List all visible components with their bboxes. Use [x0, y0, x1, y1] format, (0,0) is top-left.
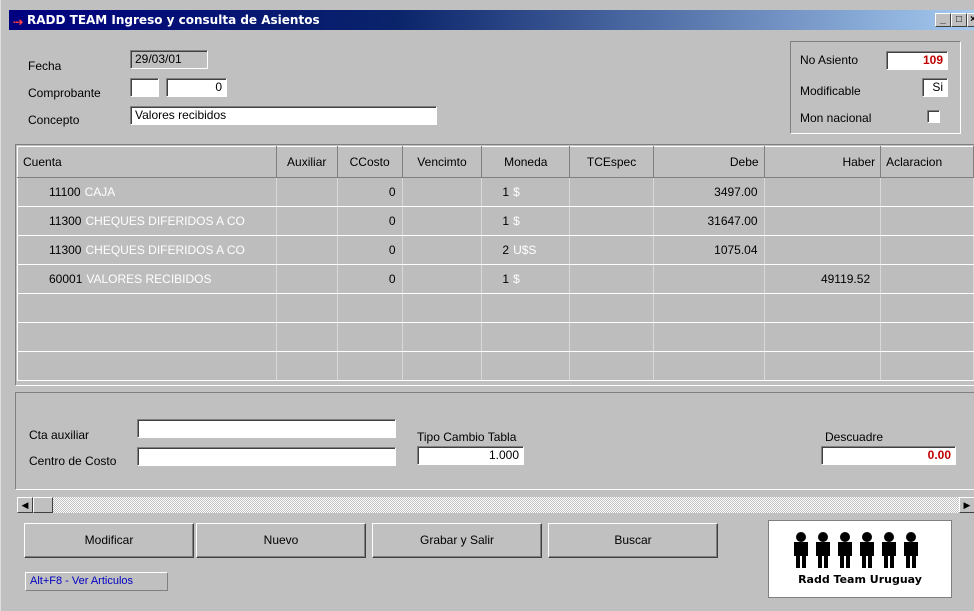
cell-cuenta[interactable]: 11300 CHEQUES DIFERIDOS A CO [17, 206, 277, 236]
cell-ccosto[interactable]: 0 [336, 264, 403, 294]
cell-tcespec[interactable] [569, 264, 654, 294]
col-header-vencimto[interactable]: Vencimto [401, 146, 483, 178]
cell-aclaracion[interactable] [880, 206, 974, 236]
descuadre-field[interactable]: 0.00 [821, 446, 956, 465]
table-row[interactable]: 11300 CHEQUES DIFERIDOS A CO 0 2 U$S 1075.… [17, 235, 974, 265]
nuevo-button[interactable]: Nuevo [196, 523, 366, 558]
grid-header-row: Cuenta Auxiliar CCosto Vencimto Moneda T… [17, 146, 974, 178]
col-header-aclaracion[interactable]: Aclaracion [880, 146, 974, 178]
asientos-grid: Cuenta Auxiliar CCosto Vencimto Moneda T… [17, 146, 974, 381]
cell-auxiliar[interactable] [275, 206, 338, 236]
tipo-cambio-field[interactable]: 1.000 [417, 446, 524, 465]
col-header-moneda[interactable]: Moneda [481, 146, 571, 178]
buscar-button[interactable]: Buscar [548, 523, 718, 558]
close-button[interactable]: × [967, 13, 974, 27]
mon-nacional-checkbox[interactable] [927, 110, 940, 123]
scroll-thumb[interactable] [33, 497, 53, 513]
grabar-salir-button[interactable]: Grabar y Salir [372, 523, 542, 558]
app-icon: ⇢ [13, 15, 24, 29]
mon-nacional-label: Mon nacional [800, 111, 872, 125]
table-row-empty[interactable] [17, 322, 974, 352]
comprobante-label: Comprobante [28, 86, 101, 100]
modificable-field[interactable]: Si [922, 78, 948, 97]
cell-haber[interactable] [763, 206, 882, 236]
asiento-info-panel: No Asiento 109 Modificable Si Mon nacion… [790, 41, 961, 134]
team-figures-icon [794, 532, 918, 568]
minimize-button[interactable]: _ [935, 13, 951, 27]
cell-debe[interactable]: 1075.04 [652, 235, 765, 265]
cta-auxiliar-label: Cta auxiliar [29, 428, 90, 442]
centro-costo-field[interactable] [137, 447, 396, 466]
centro-costo-label: Centro de Costo [29, 454, 117, 468]
no-asiento-label: No Asiento [800, 53, 859, 67]
concepto-field[interactable]: Valores recibidos [130, 106, 437, 125]
tipo-cambio-label: Tipo Cambio Tabla [417, 430, 517, 444]
comprobante-numero-field[interactable]: 0 [166, 78, 227, 97]
cell-moneda[interactable]: 1 $ [481, 206, 571, 236]
fecha-field[interactable]: 29/03/01 [130, 50, 208, 69]
radd-team-logo: Radd Team Uruguay [768, 520, 952, 598]
title-bar[interactable]: ⇢ RADD TEAM Ingreso y consulta de Asient… [9, 10, 974, 30]
cell-tcespec[interactable] [569, 177, 654, 207]
col-header-tcespec[interactable]: TCEspec [569, 146, 654, 178]
cell-cuenta[interactable]: 11100 CAJA [17, 177, 277, 207]
modificable-label: Modificable [800, 84, 861, 98]
cell-vencimto[interactable] [401, 206, 483, 236]
horizontal-scrollbar[interactable]: ◀ ▶ [17, 497, 974, 513]
cell-vencimto[interactable] [401, 235, 483, 265]
cell-haber[interactable] [763, 235, 882, 265]
cell-auxiliar[interactable] [275, 264, 338, 294]
table-row[interactable]: 11300 CHEQUES DIFERIDOS A CO 0 1 $ 31647.0… [17, 206, 974, 236]
cell-debe[interactable]: 3497.00 [652, 177, 765, 207]
table-row-empty[interactable] [17, 293, 974, 323]
cell-moneda[interactable]: 2 U$S [481, 235, 571, 265]
cell-aclaracion[interactable] [880, 264, 974, 294]
table-row[interactable]: 11100 CAJA 0 1 $ 3497.00 [17, 177, 974, 207]
cell-ccosto[interactable]: 0 [336, 177, 403, 207]
main-window: ⇢ RADD TEAM Ingreso y consulta de Asient… [0, 0, 974, 611]
table-row[interactable]: 60001 VALORES RECIBIDOS 0 1 $ 49119.52 [17, 264, 974, 294]
cell-debe[interactable]: 31647.00 [652, 206, 765, 236]
cell-moneda[interactable]: 1 $ [481, 177, 571, 207]
col-header-auxiliar[interactable]: Auxiliar [275, 146, 338, 178]
scroll-right-arrow-icon[interactable]: ▶ [959, 497, 974, 513]
cell-tcespec[interactable] [569, 206, 654, 236]
cell-debe[interactable] [652, 264, 765, 294]
window-title: RADD TEAM Ingreso y consulta de Asientos [27, 13, 320, 27]
maximize-button[interactable]: □ [951, 13, 967, 27]
col-header-ccosto[interactable]: CCosto [336, 146, 403, 178]
cell-haber[interactable]: 49119.52 [763, 264, 882, 294]
cell-haber[interactable] [763, 177, 882, 207]
logo-text: Radd Team Uruguay [798, 573, 922, 586]
cell-moneda[interactable]: 1 $ [481, 264, 571, 294]
cell-auxiliar[interactable] [275, 177, 338, 207]
ver-articulos-hotkey-hint[interactable]: Alt+F8 - Ver Articulos [25, 572, 168, 591]
modificar-button[interactable]: Modificar [24, 523, 194, 558]
fecha-label: Fecha [28, 59, 62, 73]
no-asiento-field[interactable]: 109 [886, 51, 948, 70]
scroll-left-arrow-icon[interactable]: ◀ [17, 497, 33, 513]
concepto-label: Concepto [28, 113, 80, 127]
cell-cuenta[interactable]: 60001 VALORES RECIBIDOS [17, 264, 277, 294]
cell-vencimto[interactable] [401, 264, 483, 294]
cta-auxiliar-field[interactable] [137, 419, 396, 438]
cell-cuenta[interactable]: 11300 CHEQUES DIFERIDOS A CO [17, 235, 277, 265]
details-panel: Cta auxiliar Centro de Costo Tipo Cambio… [15, 392, 974, 490]
col-header-haber[interactable]: Haber [763, 146, 882, 178]
comprobante-tipo-field[interactable] [130, 78, 159, 97]
cell-vencimto[interactable] [401, 177, 483, 207]
cell-aclaracion[interactable] [880, 177, 974, 207]
cell-auxiliar[interactable] [275, 235, 338, 265]
col-header-cuenta[interactable]: Cuenta [17, 146, 277, 178]
descuadre-label: Descuadre [825, 430, 884, 444]
col-header-debe[interactable]: Debe [652, 146, 765, 178]
cell-aclaracion[interactable] [880, 235, 974, 265]
cell-ccosto[interactable]: 0 [336, 235, 403, 265]
table-row-empty[interactable] [17, 351, 974, 381]
cell-tcespec[interactable] [569, 235, 654, 265]
cell-ccosto[interactable]: 0 [336, 206, 403, 236]
